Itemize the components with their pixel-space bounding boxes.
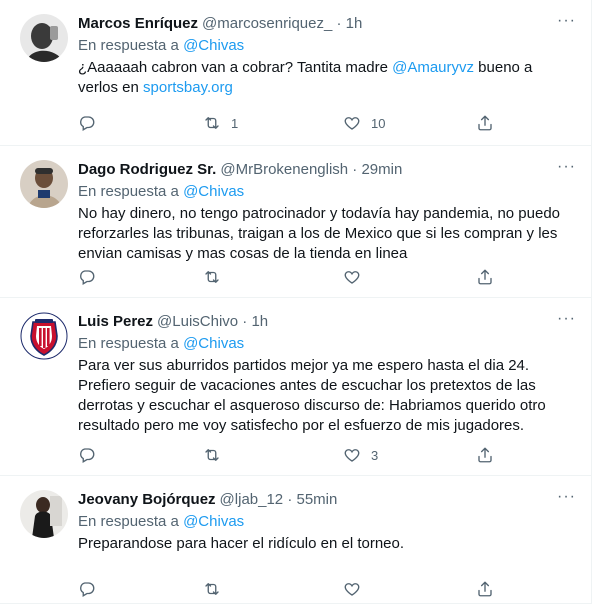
mention-link[interactable]: @Amauryvz: [392, 59, 474, 76]
tweet-text: Para ver sus aburridos partidos mejor ya…: [78, 357, 546, 434]
reply-feed: Marcos Enríquez @marcosenriquez_ · 1h ··…: [0, 0, 592, 604]
reply-to-link[interactable]: @Chivas: [183, 335, 244, 352]
reply-prefix: En respuesta a: [78, 513, 179, 530]
reply-icon: [78, 446, 96, 464]
avatar[interactable]: [20, 312, 68, 360]
heart-icon: [343, 268, 361, 286]
like-count: 10: [371, 115, 386, 131]
like-button[interactable]: 10: [343, 114, 385, 132]
avatar[interactable]: [20, 160, 68, 208]
reply-prefix: En respuesta a: [78, 37, 179, 54]
avatar[interactable]: [20, 14, 68, 62]
action-bar: [78, 268, 576, 288]
action-bar: 1 10: [78, 114, 576, 134]
reply-to-link[interactable]: @Chivas: [183, 37, 244, 54]
reply-icon: [78, 580, 96, 598]
retweet-icon: [203, 114, 221, 132]
tweet[interactable]: Dago Rodriguez Sr. @MrBrokenenglish · 29…: [0, 146, 592, 298]
reply-prefix: En respuesta a: [78, 183, 179, 200]
like-button[interactable]: [343, 580, 371, 598]
tweet-header: Dago Rodriguez Sr. @MrBrokenenglish · 29…: [78, 160, 576, 180]
heart-icon: [343, 580, 361, 598]
handle-and-time[interactable]: @ljab_12 · 55min: [220, 490, 338, 510]
tweet[interactable]: Marcos Enríquez @marcosenriquez_ · 1h ··…: [0, 0, 592, 146]
display-name[interactable]: Luis Perez: [78, 312, 153, 332]
heart-icon: [343, 446, 361, 464]
handle-and-time[interactable]: @LuisChivo · 1h: [157, 312, 268, 332]
retweet-button[interactable]: [203, 580, 231, 598]
retweet-button[interactable]: [203, 446, 231, 464]
tweet-text: ¿Aaaaaah cabron van a cobrar? Tantita ma…: [78, 58, 576, 98]
share-icon: [476, 268, 494, 286]
reply-button[interactable]: [78, 580, 96, 598]
retweet-icon: [203, 268, 221, 286]
more-options-icon[interactable]: ···: [557, 311, 576, 327]
tweet-body: Marcos Enríquez @marcosenriquez_ · 1h ··…: [78, 13, 576, 98]
tweet-header: Marcos Enríquez @marcosenriquez_ · 1h: [78, 14, 576, 34]
like-count: 3: [371, 447, 379, 463]
handle-and-time[interactable]: @marcosenriquez_ · 1h: [202, 14, 362, 34]
share-button[interactable]: [476, 114, 494, 132]
share-icon: [476, 446, 494, 464]
retweet-icon: [203, 446, 221, 464]
like-button[interactable]: 3: [343, 446, 378, 464]
action-bar: 3: [78, 446, 576, 466]
retweet-icon: [203, 580, 221, 598]
tweet[interactable]: Luis Perez @LuisChivo · 1h ··· En respue…: [0, 298, 592, 476]
share-icon: [476, 114, 494, 132]
tweet-text: Preparandose para hacer el ridículo en e…: [78, 535, 405, 552]
retweet-count: 1: [231, 115, 239, 131]
reply-to-link[interactable]: @Chivas: [183, 513, 244, 530]
share-button[interactable]: [476, 446, 494, 464]
retweet-button[interactable]: [203, 268, 231, 286]
display-name[interactable]: Dago Rodriguez Sr.: [78, 160, 216, 180]
more-options-icon[interactable]: ···: [557, 159, 576, 175]
share-button[interactable]: [476, 580, 494, 598]
reply-button[interactable]: [78, 114, 96, 132]
action-bar: [78, 580, 576, 600]
reply-to-link[interactable]: @Chivas: [183, 183, 244, 200]
replying-to: En respuesta a @Chivas: [78, 512, 576, 532]
url-link[interactable]: sportsbay.org: [143, 79, 233, 96]
reply-button[interactable]: [78, 268, 96, 286]
replying-to: En respuesta a @Chivas: [78, 182, 576, 202]
replying-to: En respuesta a @Chivas: [78, 334, 576, 354]
display-name[interactable]: Marcos Enríquez: [78, 14, 198, 34]
retweet-button[interactable]: 1: [203, 114, 238, 132]
more-options-icon[interactable]: ···: [557, 13, 576, 29]
tweet-text-part: ¿Aaaaaah cabron van a cobrar? Tantita ma…: [78, 59, 393, 76]
reply-prefix: En respuesta a: [78, 335, 179, 352]
share-button[interactable]: [476, 268, 494, 286]
tweet-body: Dago Rodriguez Sr. @MrBrokenenglish · 29…: [78, 159, 576, 264]
reply-button[interactable]: [78, 446, 96, 464]
tweet-header: Jeovany Bojórquez @ljab_12 · 55min: [78, 490, 576, 510]
like-button[interactable]: [343, 268, 371, 286]
display-name[interactable]: Jeovany Bojórquez: [78, 490, 216, 510]
replying-to: En respuesta a @Chivas: [78, 36, 576, 56]
reply-icon: [78, 268, 96, 286]
avatar[interactable]: [20, 490, 68, 538]
tweet-body: Luis Perez @LuisChivo · 1h ··· En respue…: [78, 311, 576, 436]
share-icon: [476, 580, 494, 598]
more-options-icon[interactable]: ···: [557, 489, 576, 505]
reply-icon: [78, 114, 96, 132]
tweet-text: No hay dinero, no tengo patrocinador y t…: [78, 205, 561, 262]
tweet[interactable]: Jeovany Bojórquez @ljab_12 · 55min ··· E…: [0, 476, 592, 604]
heart-icon: [343, 114, 361, 132]
tweet-body: Jeovany Bojórquez @ljab_12 · 55min ··· E…: [78, 489, 576, 554]
handle-and-time[interactable]: @MrBrokenenglish · 29min: [220, 160, 402, 180]
tweet-header: Luis Perez @LuisChivo · 1h: [78, 312, 576, 332]
